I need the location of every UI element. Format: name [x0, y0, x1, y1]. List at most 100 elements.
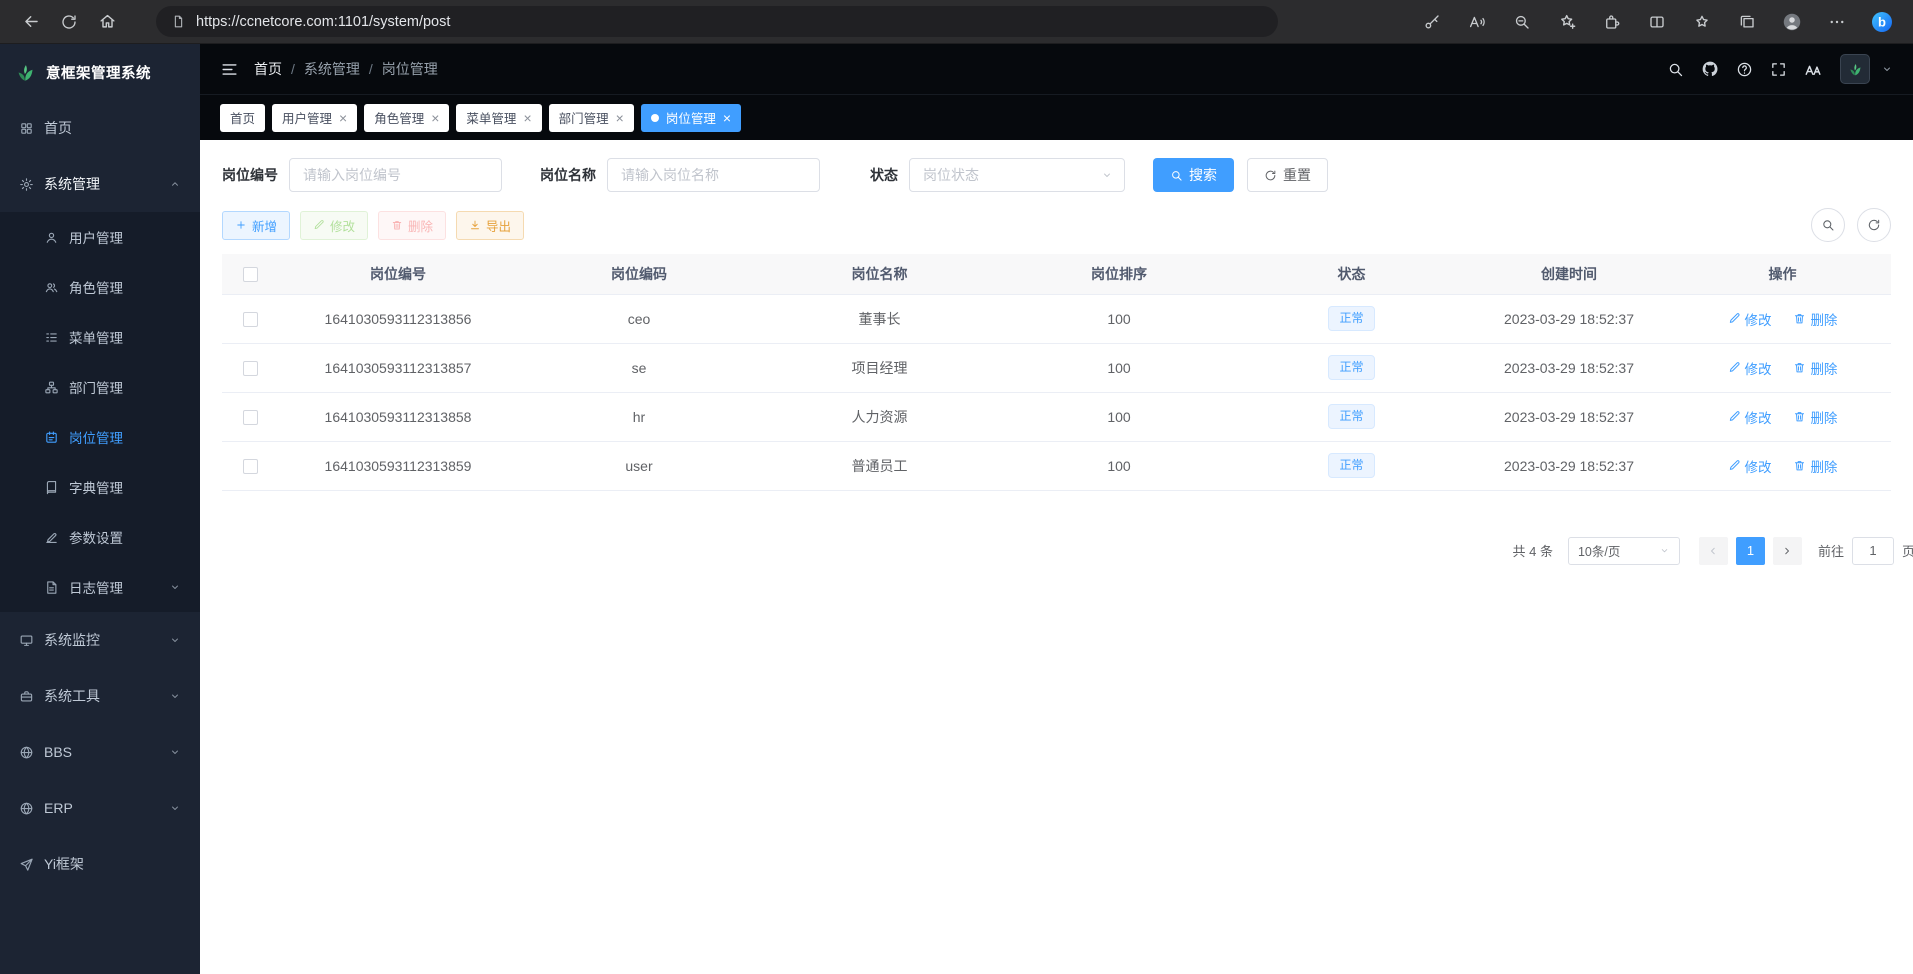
pagination-total: 共 4 条: [1513, 541, 1553, 560]
goto-label: 前往: [1818, 541, 1844, 560]
row-edit-label: 修改: [1745, 358, 1772, 378]
help-icon[interactable]: [1736, 61, 1753, 78]
row-delete-button[interactable]: 删除: [1793, 456, 1837, 476]
site-info-icon[interactable]: [171, 14, 186, 29]
sidebar-item-user-management[interactable]: 用户管理: [0, 212, 200, 262]
post-code-input[interactable]: [289, 158, 502, 192]
sidebar-item-system-tools[interactable]: 系统工具: [0, 668, 200, 724]
sidebar-item-dept-management[interactable]: 部门管理: [0, 362, 200, 412]
tree-table-icon: [44, 330, 59, 345]
add-button[interactable]: 新增: [222, 211, 290, 240]
tab-post-management[interactable]: 岗位管理 ×: [641, 104, 741, 132]
navbar-actions: [1667, 54, 1893, 84]
close-icon[interactable]: ×: [616, 111, 624, 125]
profile-avatar[interactable]: [1773, 6, 1811, 38]
back-icon[interactable]: [12, 6, 50, 38]
sidebar-item-system-monitor[interactable]: 系统监控: [0, 612, 200, 668]
next-page-button[interactable]: [1773, 537, 1802, 565]
refresh-table-button[interactable]: [1857, 208, 1891, 242]
close-icon[interactable]: ×: [523, 111, 531, 125]
row-checkbox[interactable]: [243, 312, 258, 327]
row-edit-button[interactable]: 修改: [1728, 456, 1772, 476]
favorites-bar-icon[interactable]: [1683, 6, 1721, 38]
search-button[interactable]: 搜索: [1153, 158, 1234, 192]
page-size-select[interactable]: 10条/页: [1568, 537, 1680, 565]
row-edit-button[interactable]: 修改: [1728, 358, 1772, 378]
sidebar-item-log-management[interactable]: 日志管理: [0, 562, 200, 612]
sidebar-item-yi-framework[interactable]: Yi框架: [0, 836, 200, 892]
row-edit-button[interactable]: 修改: [1728, 407, 1772, 427]
sidebar-item-param-settings[interactable]: 参数设置: [0, 512, 200, 562]
row-checkbox[interactable]: [243, 459, 258, 474]
collections-icon[interactable]: [1728, 6, 1766, 38]
key-icon[interactable]: [1413, 6, 1451, 38]
sidebar-item-menu-management[interactable]: 菜单管理: [0, 312, 200, 362]
export-button[interactable]: 导出: [456, 211, 524, 240]
column-actions: 操作: [1674, 254, 1891, 294]
refresh-icon[interactable]: [50, 6, 88, 38]
filter-form: 岗位编号 岗位名称 状态 岗位状态 搜索: [222, 158, 1891, 192]
close-icon[interactable]: ×: [431, 111, 439, 125]
show-search-button[interactable]: [1811, 208, 1845, 242]
row-edit-button[interactable]: 修改: [1728, 309, 1772, 329]
read-aloud-icon[interactable]: [1458, 6, 1496, 38]
breadcrumb-home[interactable]: 首页: [254, 59, 282, 79]
page-number-button[interactable]: 1: [1736, 537, 1765, 565]
caret-down-icon[interactable]: [1881, 63, 1893, 75]
post-name-input[interactable]: [607, 158, 820, 192]
sidebar-item-system-management[interactable]: 系统管理: [0, 156, 200, 212]
peoples-icon: [44, 280, 59, 295]
address-bar[interactable]: https://ccnetcore.com:1101/system/post: [156, 6, 1278, 37]
github-icon[interactable]: [1701, 60, 1719, 78]
favorites-add-icon[interactable]: [1548, 6, 1586, 38]
sidebar-item-post-management[interactable]: 岗位管理: [0, 412, 200, 462]
sidebar: 意框架管理系统 首页 系统管理 用户管理 角色管理: [0, 44, 200, 974]
tab-home[interactable]: 首页: [220, 104, 265, 132]
chevron-down-icon: [1659, 545, 1670, 556]
status-select[interactable]: 岗位状态: [909, 158, 1125, 192]
row-checkbox[interactable]: [243, 410, 258, 425]
more-options-icon[interactable]: [1818, 6, 1856, 38]
sidebar-item-label: 系统监控: [44, 630, 100, 650]
tab-user-management[interactable]: 用户管理 ×: [272, 104, 357, 132]
row-delete-button[interactable]: 删除: [1793, 407, 1837, 427]
reset-button[interactable]: 重置: [1247, 158, 1328, 192]
row-edit-label: 修改: [1745, 456, 1772, 476]
row-checkbox[interactable]: [243, 361, 258, 376]
sidebar-item-bbs[interactable]: BBS: [0, 724, 200, 780]
sidebar-toggle-icon[interactable]: [220, 60, 239, 79]
extensions-icon[interactable]: [1593, 6, 1631, 38]
status-badge: 正常: [1328, 404, 1374, 429]
edit-button[interactable]: 修改: [300, 211, 368, 240]
close-icon[interactable]: ×: [723, 111, 731, 125]
row-delete-button[interactable]: 删除: [1793, 358, 1837, 378]
goto-page-input[interactable]: [1852, 537, 1894, 565]
sidebar-item-home[interactable]: 首页: [0, 100, 200, 156]
sidebar-item-role-management[interactable]: 角色管理: [0, 262, 200, 312]
text-size-icon[interactable]: [1804, 60, 1823, 79]
zoom-icon[interactable]: [1503, 6, 1541, 38]
pagination: 共 4 条 10条/页 1 前往 页: [222, 537, 1913, 565]
tab-role-management[interactable]: 角色管理 ×: [364, 104, 449, 132]
split-screen-icon[interactable]: [1638, 6, 1676, 38]
home-icon[interactable]: [88, 6, 126, 38]
sidebar-item-erp[interactable]: ERP: [0, 780, 200, 836]
search-icon[interactable]: [1667, 61, 1684, 78]
bing-icon[interactable]: b: [1863, 6, 1901, 38]
user-avatar[interactable]: [1840, 54, 1870, 84]
tab-menu-management[interactable]: 菜单管理 ×: [456, 104, 541, 132]
tool-icon: [19, 689, 34, 704]
delete-button[interactable]: 删除: [378, 211, 446, 240]
fullscreen-icon[interactable]: [1770, 61, 1787, 78]
sidebar-item-dict-management[interactable]: 字典管理: [0, 462, 200, 512]
close-icon[interactable]: ×: [339, 111, 347, 125]
tab-bar: 首页 用户管理 × 角色管理 × 菜单管理 × 部门管理 × 岗位管理 ×: [200, 94, 1913, 140]
breadcrumb-system[interactable]: 系统管理: [304, 59, 360, 79]
tab-dept-management[interactable]: 部门管理 ×: [549, 104, 634, 132]
leaf-icon: [14, 61, 36, 83]
select-all-checkbox[interactable]: [243, 267, 258, 282]
column-status: 状态: [1239, 254, 1464, 294]
sidebar-submenu-system: 用户管理 角色管理 菜单管理 部门管理 岗位管理: [0, 212, 200, 612]
row-delete-button[interactable]: 删除: [1793, 309, 1837, 329]
prev-page-button[interactable]: [1699, 537, 1728, 565]
